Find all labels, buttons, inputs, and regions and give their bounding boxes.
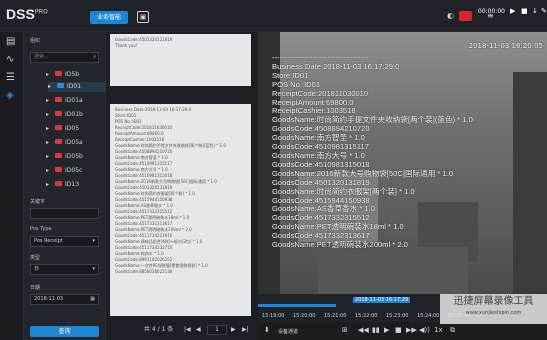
- timeline-tick: 15:21:00: [324, 313, 347, 319]
- tree-item[interactable]: ▸ ID01a: [46, 96, 83, 106]
- pager: 共 4 / 1 条 |◀ ◀ 1 ▶ ▶|: [110, 324, 254, 336]
- tree-item[interactable]: ▸ ID13: [46, 180, 79, 190]
- pause-icon[interactable]: ▮▮: [372, 326, 380, 334]
- timeline-tick: 15:23:00: [386, 313, 409, 319]
- search-button[interactable]: 查询: [30, 326, 99, 337]
- tree-item[interactable]: ▸ ID01b: [46, 110, 83, 120]
- tree-item[interactable]: ▸ ID5b: [46, 70, 79, 80]
- chevron-down-icon: ▾: [92, 238, 95, 244]
- current-time-label: 2018-11-03 16:17:29: [353, 297, 411, 303]
- camera-icon: [55, 181, 63, 186]
- timeline-tick: 15:20:00: [293, 313, 316, 319]
- receipt-overlay-text: -------------------------------------- Bu…: [272, 53, 473, 250]
- date-input[interactable]: 2018-11-03 ▦: [30, 294, 99, 305]
- device-select[interactable]: 设备通道: [278, 328, 298, 335]
- play-icon[interactable]: ▶: [510, 7, 515, 15]
- receipt-card[interactable]: GoodsCode:4501320121819 Thank you!: [110, 34, 251, 86]
- camera-icon: [55, 167, 63, 172]
- search-icon[interactable]: ⌕: [93, 53, 96, 62]
- keyword-input[interactable]: [30, 208, 99, 219]
- app-logo: DSSPRO: [6, 6, 48, 22]
- calendar-icon[interactable]: ▦: [90, 295, 95, 304]
- tree-item-selected[interactable]: ▸ ID01: [48, 82, 114, 92]
- tree-item[interactable]: ▸ ID05a: [46, 138, 83, 148]
- camera-icon: [55, 125, 63, 130]
- player-toolbar: 00:00:00 ▶ ■ ↓ ✎: [262, 2, 547, 20]
- timeline-tick: 15:24:00: [417, 313, 440, 319]
- layers-icon[interactable]: ◈: [6, 90, 14, 101]
- receipt-card[interactable]: Business Date:2018-11-03 16:17:29.0 Store…: [110, 104, 251, 316]
- camera-icon: [55, 71, 63, 76]
- type-label: 类型: [30, 255, 41, 261]
- next-page-button[interactable]: ▶: [231, 324, 236, 336]
- overlay-line: GoodsName:PET透明碗装水200ml * 2.0: [272, 240, 408, 250]
- timeline-tick: 15:22:00: [355, 313, 378, 319]
- tab-business-intelligence[interactable]: 业务智能: [90, 11, 128, 24]
- chevron-down-icon: ▾: [92, 266, 95, 272]
- pos-type-select[interactable]: Pos Receipt ▾: [30, 236, 99, 247]
- camera-icon: [55, 97, 63, 102]
- volume-icon[interactable]: ◀)): [419, 326, 430, 334]
- speed-label[interactable]: 1x: [434, 326, 443, 334]
- pulse-icon[interactable]: ∿: [6, 54, 14, 65]
- stop-icon[interactable]: ■: [395, 326, 402, 334]
- search-input[interactable]: 搜索... ⌕: [30, 52, 99, 63]
- type-select[interactable]: 日 ▾: [30, 264, 99, 275]
- timeline-tick: 15:19:00: [262, 313, 285, 319]
- export-icon[interactable]: ⬇: [264, 326, 270, 334]
- keyword-label: 关键字: [30, 199, 46, 205]
- receipt-list: GoodsCode:4501320121819 Thank you! Busine…: [106, 32, 258, 340]
- rewind-icon[interactable]: ◀◀: [358, 326, 369, 334]
- player-time: 00:00:00: [478, 8, 505, 15]
- pager-total: 共 4 / 1 条: [144, 326, 174, 333]
- page-input[interactable]: 1: [207, 325, 227, 335]
- tab-video-icon[interactable]: ▣: [137, 11, 149, 23]
- list-icon[interactable]: ☰: [6, 72, 15, 83]
- watermark-url: www.xunjieshipin.com: [465, 310, 522, 316]
- watermark: 迅捷屏幕录像工具 www.xunjieshipin.com: [440, 294, 547, 324]
- last-page-button[interactable]: ▶|: [242, 324, 249, 336]
- osd-timestamp: 2018-11-03 16:20:05: [468, 42, 543, 50]
- camera-icon: [55, 153, 63, 158]
- download-icon[interactable]: ↓: [532, 7, 538, 15]
- camera-icon: [55, 139, 63, 144]
- fast-forward-icon[interactable]: ▶▶: [406, 326, 417, 334]
- grid-icon[interactable]: ⊞: [342, 326, 348, 334]
- receipt-line: GoodsCode:8858038022136: [115, 269, 173, 274]
- tree-item[interactable]: ▸ ID05: [46, 124, 79, 134]
- prev-page-button[interactable]: ◀: [196, 324, 201, 336]
- org-label: 组织: [30, 38, 41, 44]
- play-icon[interactable]: ▶: [384, 326, 389, 334]
- document-icon[interactable]: ▤: [6, 36, 15, 47]
- edit-icon[interactable]: ✎: [541, 7, 547, 15]
- date-label: 日期: [30, 285, 41, 291]
- video-view[interactable]: -------------------------------------- Bu…: [258, 32, 547, 294]
- pos-type-label: Pos Type: [30, 226, 52, 232]
- filter-panel: 组织 搜索... ⌕ ▸ ID5b ▸ ID01 ▸ ID01a ▸ ID01b ▸ ID0…: [24, 32, 114, 340]
- nav-icon-column: ▤ ∿ ☰ ◈: [0, 32, 24, 340]
- camera-icon: [55, 111, 63, 116]
- first-page-button[interactable]: |◀: [184, 324, 191, 336]
- stop-icon[interactable]: ■: [521, 7, 528, 15]
- tree-item[interactable]: ▸ ID05b: [46, 152, 83, 162]
- playback-controls: ⬇ 设备通道 ⊞ ◀◀ ▮▮ ▶ ■ ▶▶ ◀)) 1x ⧉: [258, 322, 547, 340]
- timeline-progress: [258, 304, 337, 307]
- watermark-title: 迅捷屏幕录像工具: [453, 296, 534, 307]
- window-icon[interactable]: ⧉: [450, 326, 455, 335]
- tree-item[interactable]: ▸ ID05c: [46, 166, 82, 176]
- camera-icon: [57, 83, 65, 88]
